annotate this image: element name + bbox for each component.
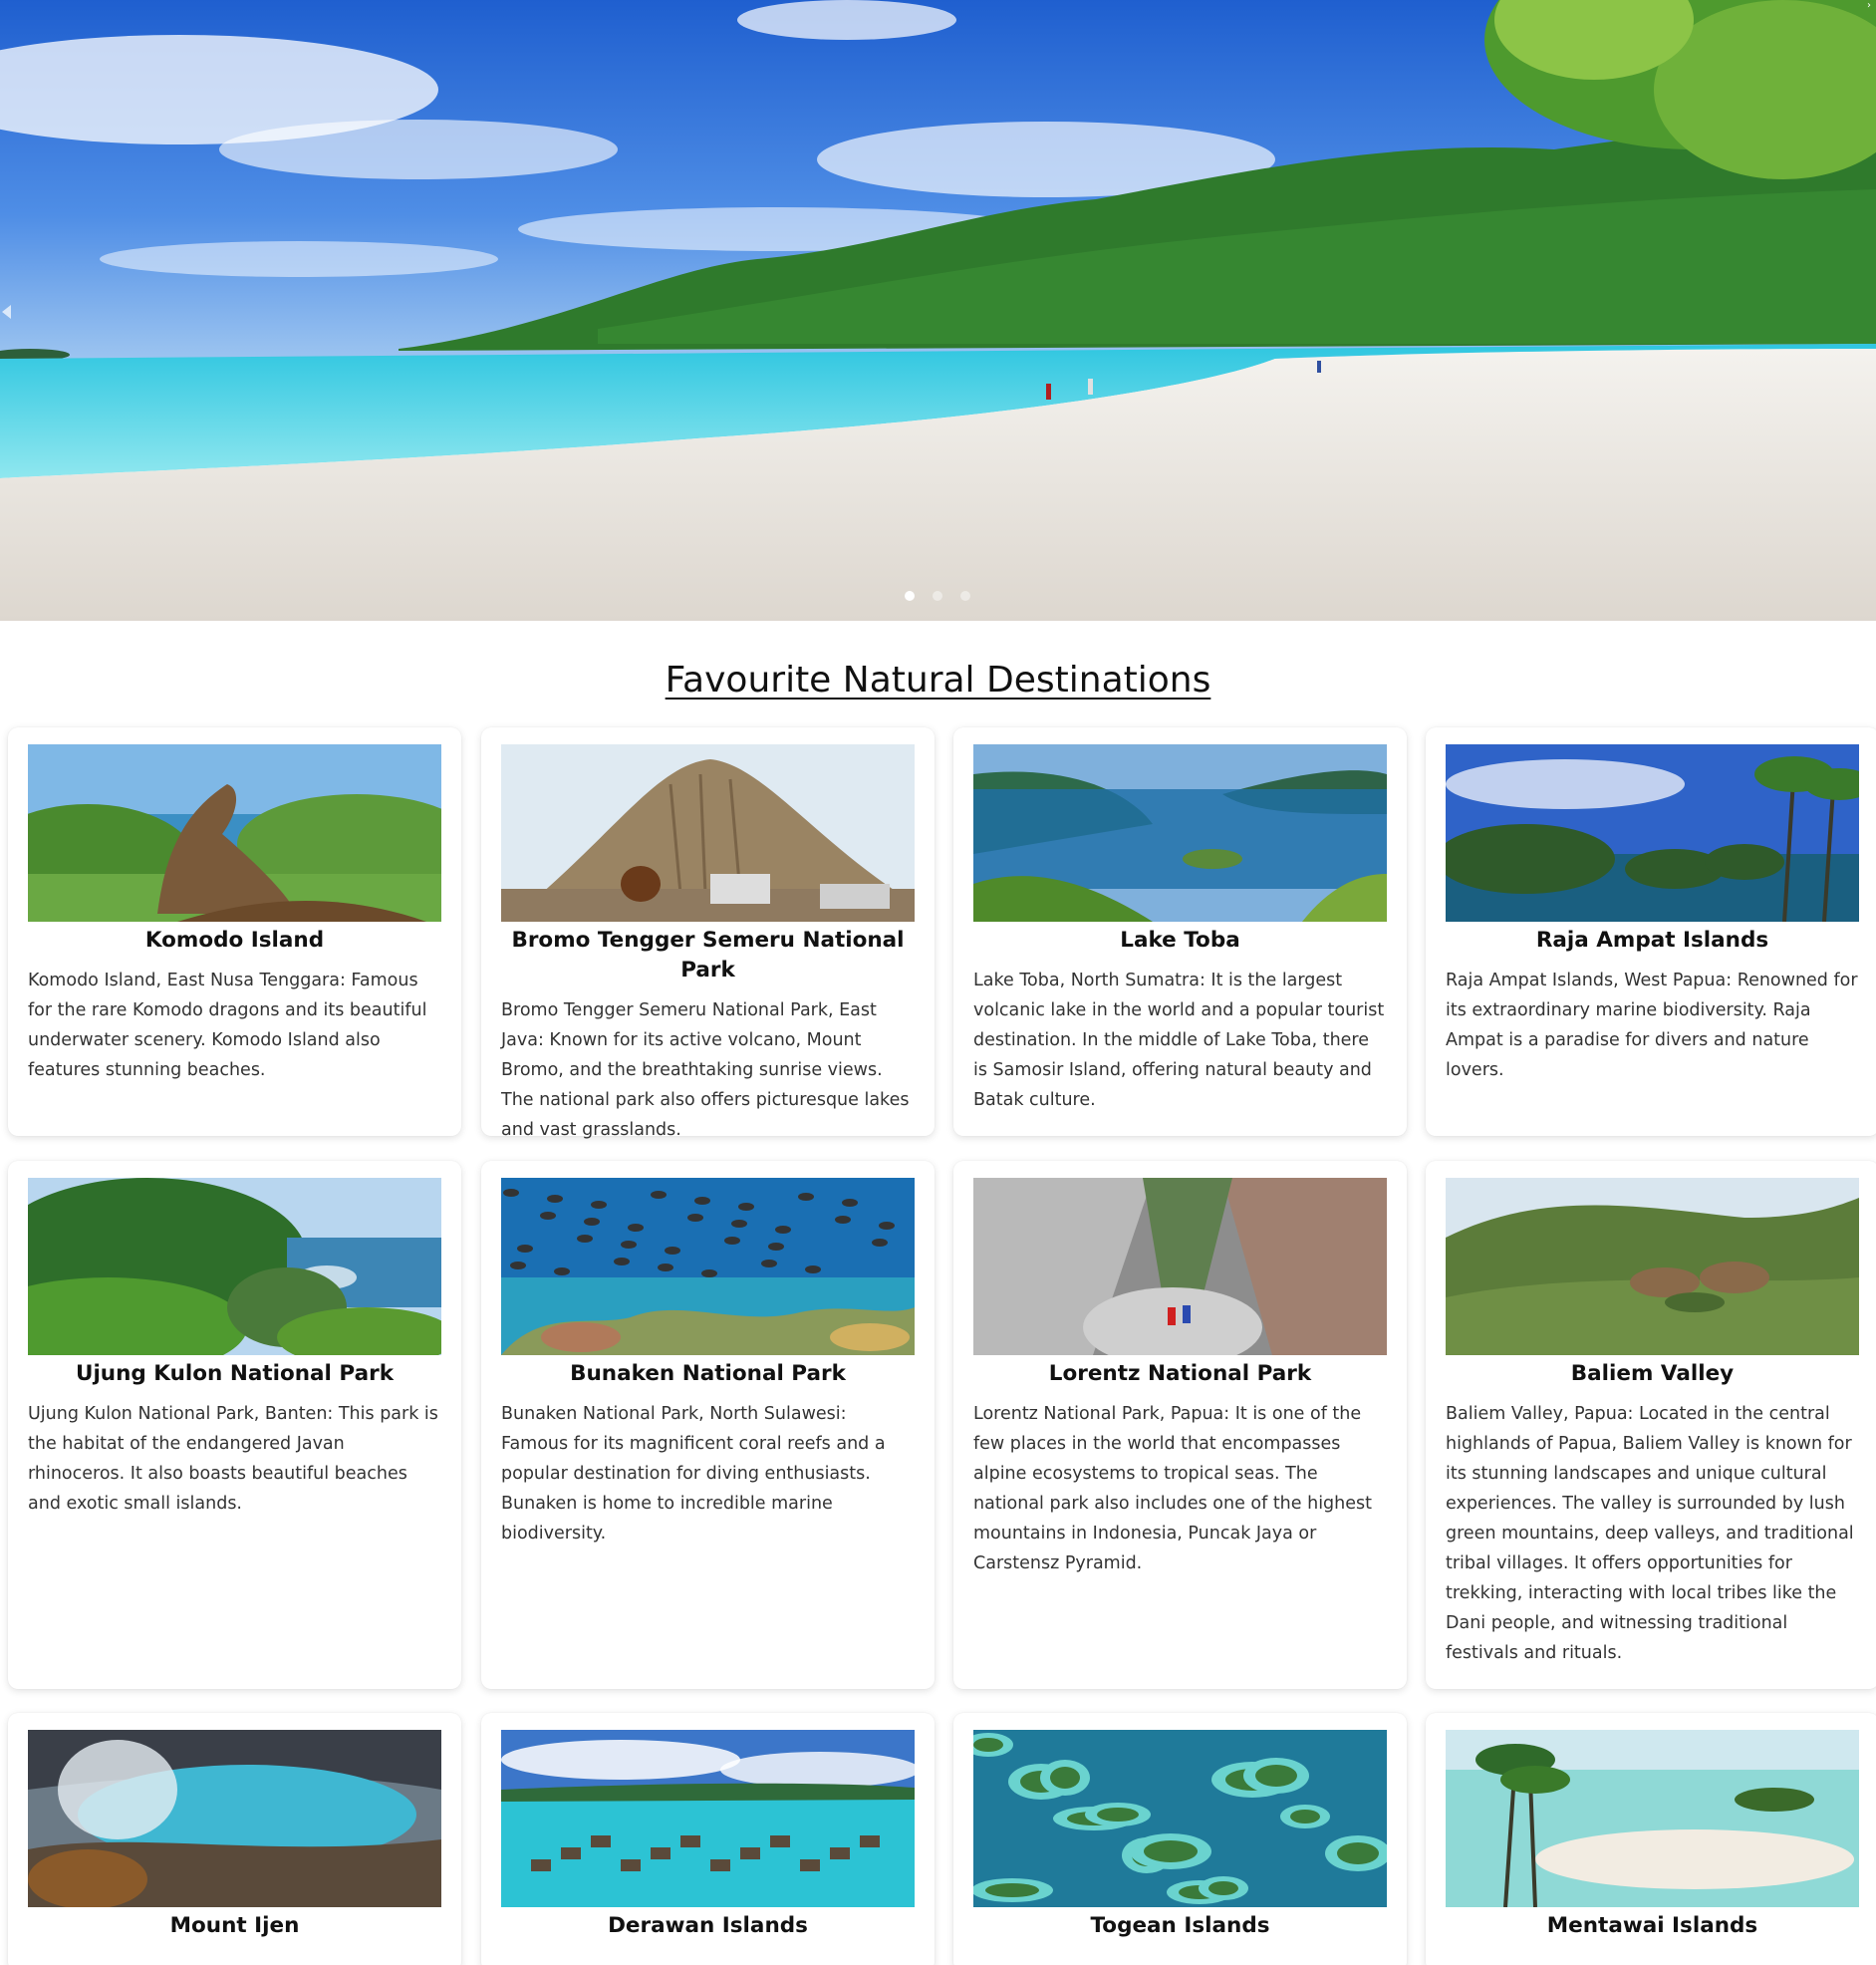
destination-card[interactable]: Baliem Valley Baliem Valley, Papua: Locat… [1426,1161,1876,1689]
hero-beach-image [0,0,1876,621]
destination-title: Baliem Valley [1570,1361,1735,1386]
carousel-next-indicator[interactable]: › [1862,0,1876,20]
destination-image [1446,1730,1859,1907]
destination-title: Mount Ijen [169,1913,300,1938]
destination-card[interactable]: Togean Islands [953,1713,1407,1965]
carousel-dots [905,591,970,601]
destination-card[interactable]: Mount Ijen [8,1713,461,1965]
destination-title: Raja Ampat Islands [1535,928,1769,953]
destination-title: Ujung Kulon National Park [75,1361,394,1386]
destination-title: Bunaken National Park [570,1361,846,1386]
carousel-dot-3[interactable] [960,591,970,601]
destination-image [28,1178,441,1355]
destination-card[interactable]: Bunaken National Park Bunaken National Pa… [481,1161,935,1689]
destination-image [501,744,915,922]
destination-image [28,1730,441,1907]
destination-description: Baliem Valley, Papua: Located in the cen… [1446,1404,1854,1663]
destination-card[interactable]: Lake Toba Lake Toba, North Sumatra: It is… [953,727,1407,1136]
destination-image [973,1178,1387,1355]
destination-card[interactable]: Derawan Islands [481,1713,935,1965]
destination-image [1446,744,1859,922]
destination-title: Lake Toba [1120,928,1240,953]
destination-card[interactable]: Lorentz National Park Lorentz National Pa… [953,1161,1407,1689]
destination-card[interactable]: Bromo Tengger Semeru National Park Bromo … [481,727,935,1140]
destination-image [1446,1178,1859,1355]
destination-title: Derawan Islands [608,1913,808,1938]
destination-title: Bromo Tengger Semeru National Park [511,928,905,982]
destination-image [501,1178,915,1355]
destination-title: Lorentz National Park [1048,1361,1312,1386]
destination-image [973,744,1387,922]
carousel-dot-1[interactable] [905,591,915,601]
hero-carousel: › [0,0,1876,621]
destination-card[interactable]: Mentawai Islands [1426,1713,1876,1965]
destination-image [973,1730,1387,1907]
destination-description: Ujung Kulon National Park, Banten: This … [28,1404,438,1514]
destination-card[interactable]: Ujung Kulon National Park Ujung Kulon Nat… [8,1161,461,1689]
destination-title: Komodo Island [144,928,325,953]
destination-title: Togean Islands [1090,1913,1270,1938]
section-title: Favourite Natural Destinations [665,660,1211,701]
destination-description: Raja Ampat Islands, West Papua: Renowned… [1446,971,1858,1080]
destination-description: Lake Toba, North Sumatra: It is the larg… [973,971,1385,1110]
destination-title: Mentawai Islands [1546,1913,1758,1938]
destination-image [28,744,441,922]
destination-description: Komodo Island, East Nusa Tenggara: Famou… [28,971,427,1080]
carousel-dot-2[interactable] [933,591,942,601]
carousel-prev-arrow-icon[interactable] [0,299,16,325]
destination-description: Bunaken National Park, North Sulawesi: F… [501,1404,886,1544]
destination-image [501,1730,915,1907]
destination-description: Bromo Tengger Semeru National Park, East… [501,1000,910,1140]
destination-description: Lorentz National Park, Papua: It is one … [973,1404,1373,1573]
destination-card[interactable]: Komodo Island Komodo Island, East Nusa Te… [8,727,461,1136]
destination-card[interactable]: Raja Ampat Islands Raja Ampat Islands, We… [1426,727,1876,1136]
